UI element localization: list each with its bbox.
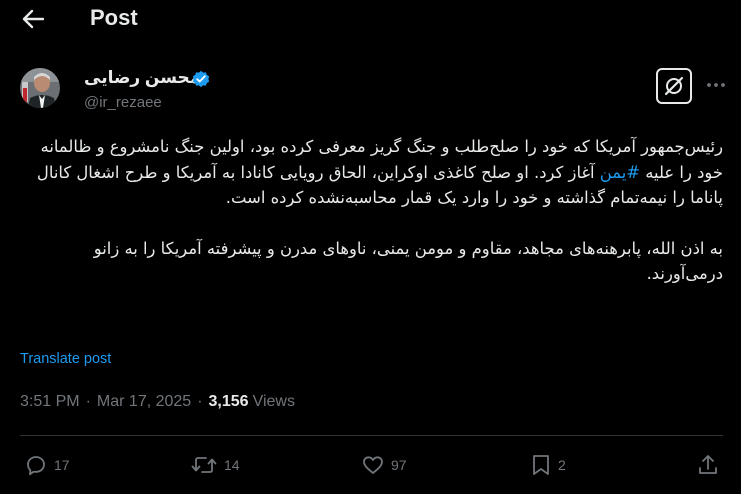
views-count: 3,156 — [208, 393, 249, 410]
hashtag-link[interactable]: #یمن — [600, 163, 640, 182]
meta-separator: · — [197, 393, 203, 410]
bookmark-button[interactable]: 2 — [530, 453, 566, 477]
heart-icon — [363, 456, 383, 474]
share-button[interactable] — [697, 453, 719, 477]
reply-count: 17 — [54, 457, 70, 473]
tweet-time[interactable]: 3:51 PM — [20, 393, 80, 411]
tweet-paragraph-2: به اذن الله، پابرهنه‌های مجاهد، مقاوم و … — [93, 238, 723, 284]
tweet-text: رئیس‌جمهور آمریکا که خود را صلح‌طلب و جن… — [20, 134, 723, 287]
tweet-paragraph-1: رئیس‌جمهور آمریکا که خود را صلح‌طلب و جن… — [20, 134, 723, 211]
avatar[interactable] — [20, 68, 60, 108]
avatar-image — [20, 68, 60, 108]
back-button[interactable] — [20, 8, 46, 30]
divider — [20, 435, 723, 436]
more-options-button[interactable] — [703, 74, 729, 96]
meta-separator: · — [85, 393, 91, 410]
bookmark-count: 2 — [558, 457, 566, 473]
tweet-date[interactable]: Mar 17, 2025 — [97, 393, 191, 411]
grok-button[interactable] — [656, 68, 692, 104]
more-horizontal-icon — [707, 83, 725, 87]
bookmark-icon — [533, 455, 549, 475]
tweet-meta: 3:51 PM · Mar 17, 2025 · 3,156 Views — [20, 393, 295, 411]
page-title: Post — [90, 5, 138, 30]
grok-icon — [664, 76, 684, 96]
repost-button[interactable]: 14 — [190, 453, 240, 477]
author-name[interactable]: محسن رضایی — [84, 68, 200, 88]
author-handle[interactable]: @ir_rezaee — [84, 94, 162, 111]
repost-count: 14 — [224, 457, 240, 473]
like-button[interactable]: 97 — [361, 453, 407, 477]
views-label: Views — [252, 393, 295, 410]
header-bar: Post — [0, 0, 741, 40]
arrow-left-icon — [22, 9, 44, 29]
like-count: 97 — [391, 457, 407, 473]
translate-post-link[interactable]: Translate post — [20, 351, 111, 367]
reply-button[interactable]: 17 — [24, 453, 70, 477]
share-icon — [699, 455, 717, 474]
verified-badge-icon — [192, 70, 210, 88]
repost-icon — [191, 457, 217, 473]
reply-icon — [27, 456, 45, 476]
